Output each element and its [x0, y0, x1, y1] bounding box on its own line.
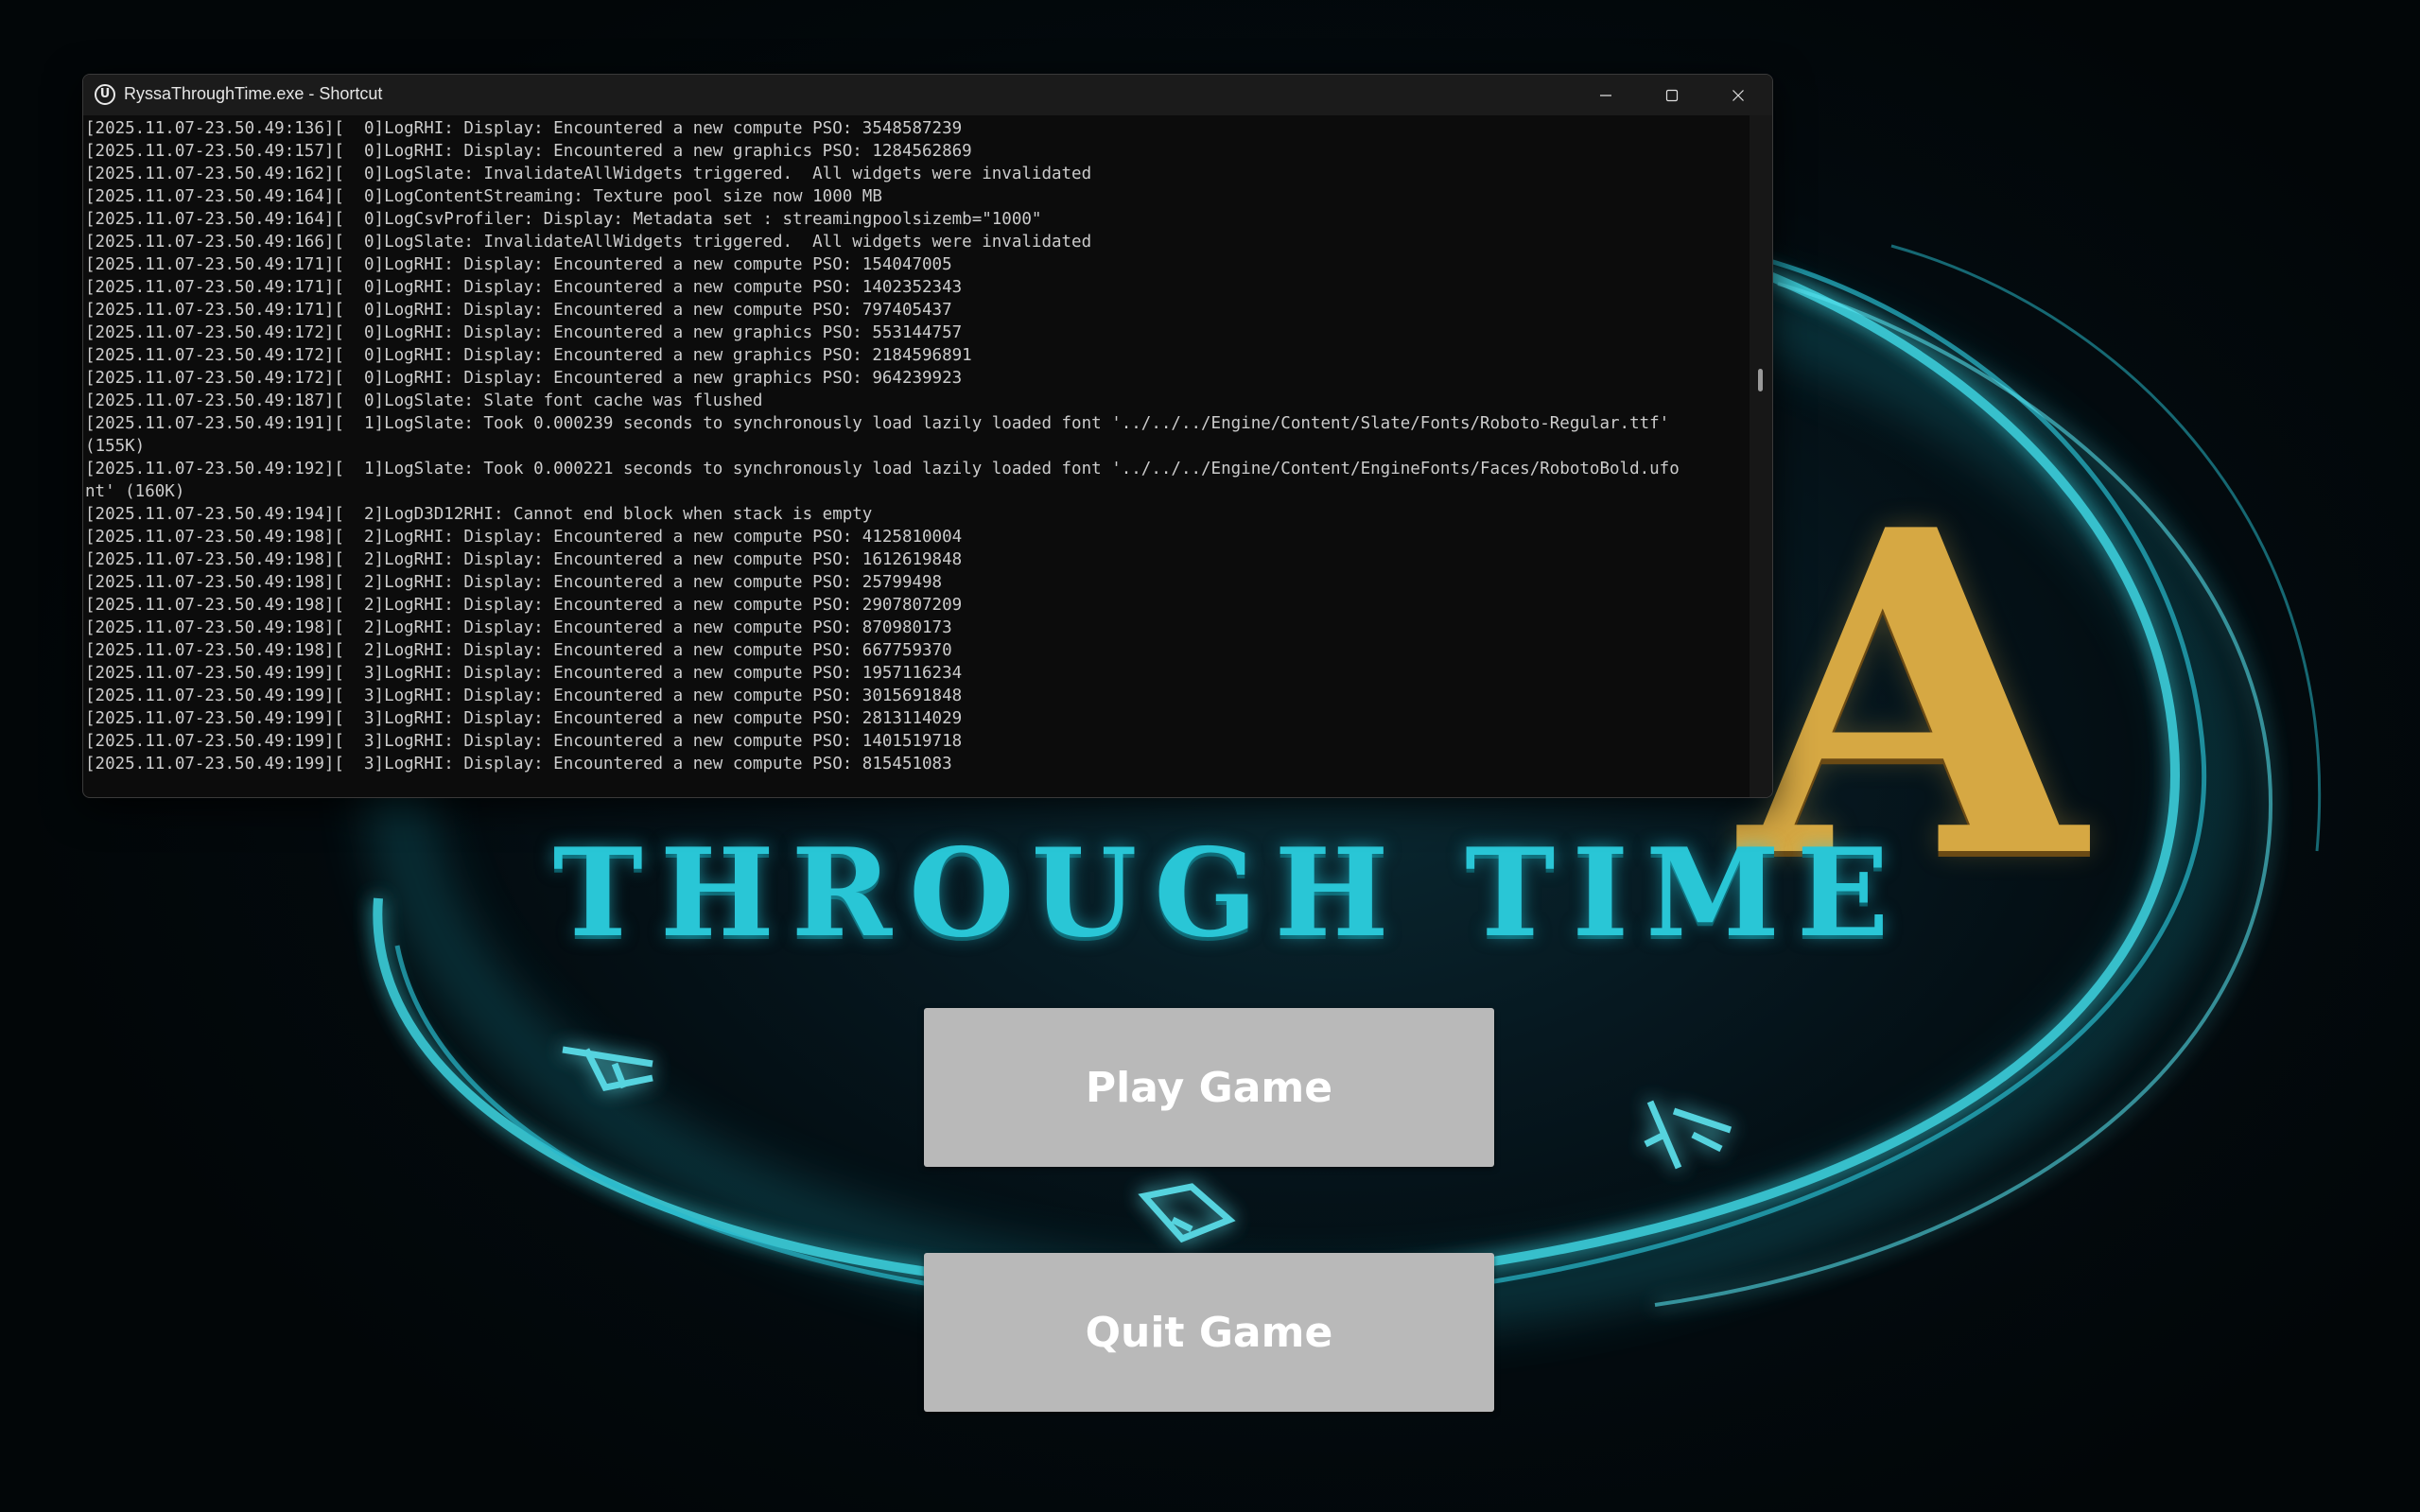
log-line: [2025.11.07-23.50.49:172][ 0]LogRHI: Dis… [85, 323, 963, 342]
console-titlebar[interactable]: U RyssaThroughTime.exe - Shortcut [83, 75, 1772, 115]
log-line: [2025.11.07-23.50.49:187][ 0]LogSlate: S… [85, 391, 763, 410]
close-button[interactable] [1705, 75, 1771, 115]
log-line: [2025.11.07-23.50.49:171][ 0]LogRHI: Dis… [85, 278, 963, 297]
log-line: [2025.11.07-23.50.49:164][ 0]LogCsvProfi… [85, 210, 1042, 229]
log-line: [2025.11.07-23.50.49:157][ 0]LogRHI: Dis… [85, 142, 972, 161]
log-line: [2025.11.07-23.50.49:198][ 2]LogRHI: Dis… [85, 550, 963, 569]
log-line: [2025.11.07-23.50.49:136][ 0]LogRHI: Dis… [85, 119, 963, 138]
unreal-engine-icon: U [95, 84, 115, 105]
quit-game-button[interactable]: Quit Game [924, 1253, 1494, 1412]
console-scrollbar[interactable] [1750, 115, 1772, 797]
log-line: [2025.11.07-23.50.49:172][ 0]LogRHI: Dis… [85, 369, 963, 388]
log-line: [2025.11.07-23.50.49:171][ 0]LogRHI: Dis… [85, 301, 952, 320]
game-title-subtitle: THROUGH TIME [552, 823, 1906, 965]
console-window: U RyssaThroughTime.exe - Shortcut [2025.… [82, 74, 1773, 798]
log-line: [2025.11.07-23.50.49:198][ 2]LogRHI: Dis… [85, 641, 952, 660]
play-game-button[interactable]: Play Game [924, 1008, 1494, 1167]
log-line: [2025.11.07-23.50.49:199][ 3]LogRHI: Dis… [85, 755, 952, 773]
log-line: [2025.11.07-23.50.49:164][ 0]LogContentS… [85, 187, 882, 206]
log-line: [2025.11.07-23.50.49:172][ 0]LogRHI: Dis… [85, 346, 972, 365]
log-line: [2025.11.07-23.50.49:198][ 2]LogRHI: Dis… [85, 618, 952, 637]
log-line: [2025.11.07-23.50.49:192][ 1]LogSlate: T… [85, 460, 1680, 478]
log-line: [2025.11.07-23.50.49:199][ 3]LogRHI: Dis… [85, 686, 963, 705]
close-icon [1732, 89, 1744, 101]
log-line: [2025.11.07-23.50.49:198][ 2]LogRHI: Dis… [85, 596, 963, 615]
log-line: [2025.11.07-23.50.49:199][ 3]LogRHI: Dis… [85, 709, 963, 728]
maximize-button[interactable] [1639, 75, 1705, 115]
log-line: [2025.11.07-23.50.49:194][ 2]LogD3D12RHI… [85, 505, 873, 524]
log-line: (155K) [85, 437, 146, 456]
log-line: [2025.11.07-23.50.49:199][ 3]LogRHI: Dis… [85, 664, 963, 683]
log-line: [2025.11.07-23.50.49:162][ 0]LogSlate: I… [85, 165, 1092, 183]
log-line: nt' (160K) [85, 482, 185, 501]
log-line: [2025.11.07-23.50.49:198][ 2]LogRHI: Dis… [85, 528, 963, 547]
log-line: [2025.11.07-23.50.49:199][ 3]LogRHI: Dis… [85, 732, 963, 751]
minimize-icon [1600, 94, 1611, 96]
log-line: [2025.11.07-23.50.49:171][ 0]LogRHI: Dis… [85, 255, 952, 274]
minimize-button[interactable] [1573, 75, 1639, 115]
rune-right-icon [1644, 1100, 1732, 1170]
rune-bottom-icon [1138, 1183, 1236, 1243]
log-line: [2025.11.07-23.50.49:198][ 2]LogRHI: Dis… [85, 573, 943, 592]
game-main-menu: A THROUGH TIME Play Game Quit Game U Rys… [0, 0, 2420, 1512]
console-output[interactable]: [2025.11.07-23.50.49:136][ 0]LogRHI: Dis… [83, 115, 1750, 797]
window-title: RyssaThroughTime.exe - Shortcut [124, 84, 383, 103]
log-line: [2025.11.07-23.50.49:166][ 0]LogSlate: I… [85, 233, 1092, 252]
log-line: [2025.11.07-23.50.49:191][ 1]LogSlate: T… [85, 414, 1670, 433]
scrollbar-thumb[interactable] [1758, 369, 1763, 391]
maximize-icon [1665, 89, 1679, 101]
